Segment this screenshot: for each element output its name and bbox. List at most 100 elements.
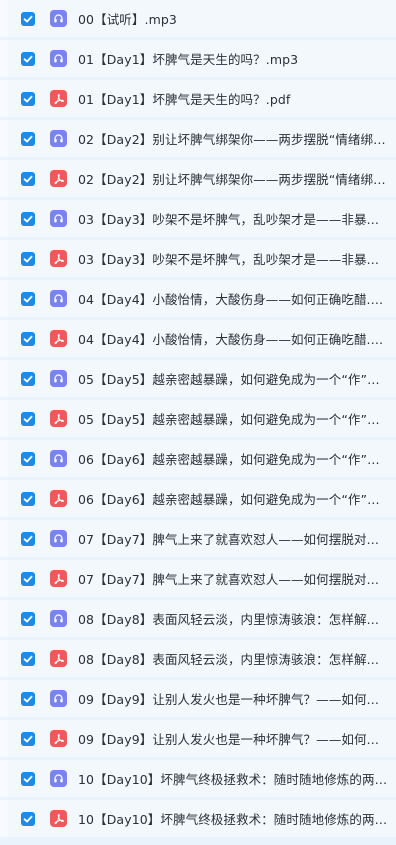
file-name: 04【Day4】小酸怡情，大酸伤身——如何正确吃醋.mp3 bbox=[78, 292, 396, 307]
file-row[interactable]: 08【Day8】表面风轻云淡，内里惊涛骇浪：怎样解决消... bbox=[0, 600, 396, 637]
checkmark-icon bbox=[23, 655, 33, 662]
file-name: 05【Day5】越亲密越暴躁，如何避免成为一个“作”女... bbox=[78, 412, 392, 427]
file-row[interactable]: 00【试听】.mp3 bbox=[0, 0, 396, 37]
checkbox[interactable] bbox=[21, 491, 35, 506]
file-row[interactable]: 04【Day4】小酸怡情，大酸伤身——如何正确吃醋.mp3 bbox=[0, 280, 396, 317]
file-name: 06【Day6】越亲密越暴躁，如何避免成为一个“作”女... bbox=[78, 452, 392, 467]
file-row[interactable]: 02【Day2】别让坏脾气绑架你——两步摆脱“情绪绑架... bbox=[0, 120, 396, 157]
checkbox[interactable] bbox=[21, 251, 35, 266]
pdf-icon bbox=[50, 250, 67, 267]
file-row[interactable]: 08【Day8】表面风轻云淡，内里惊涛骇浪：怎样解决消... bbox=[0, 640, 396, 677]
file-row[interactable]: 04【Day4】小酸怡情，大酸伤身——如何正确吃醋.pdf bbox=[0, 320, 396, 357]
checkmark-icon bbox=[23, 95, 33, 102]
file-row[interactable]: 09【Day9】让别人发火也是一种坏脾气？——如何应对... bbox=[0, 680, 396, 717]
pdf-icon bbox=[50, 410, 67, 427]
file-row[interactable]: 02【Day2】别让坏脾气绑架你——两步摆脱“情绪绑架... bbox=[0, 160, 396, 197]
pdf-icon bbox=[50, 490, 67, 507]
file-name: 07【Day7】脾气上来了就喜欢怼人——如何摆脱对抗性... bbox=[78, 532, 396, 547]
headphones-icon bbox=[50, 610, 67, 627]
pdf-icon bbox=[50, 570, 67, 587]
checkmark-icon bbox=[23, 495, 33, 502]
file-row[interactable]: 01【Day1】坏脾气是天生的吗？.pdf bbox=[0, 80, 396, 117]
checkmark-icon bbox=[23, 255, 33, 262]
headphones-icon bbox=[50, 130, 67, 147]
checkbox[interactable] bbox=[21, 731, 35, 746]
file-row[interactable]: 10【Day10】坏脾气终极拯救术：随时随地修炼的两大技... bbox=[0, 760, 396, 797]
checkbox[interactable] bbox=[21, 651, 35, 666]
checkbox[interactable] bbox=[21, 131, 35, 146]
file-name: 06【Day6】越亲密越暴躁，如何避免成为一个“作”女... bbox=[78, 492, 392, 507]
file-name: 01【Day1】坏脾气是天生的吗？.pdf bbox=[78, 92, 291, 107]
checkbox[interactable] bbox=[21, 211, 35, 226]
file-name: 09【Day9】让别人发火也是一种坏脾气？——如何应对... bbox=[78, 732, 396, 747]
checkbox[interactable] bbox=[21, 171, 35, 186]
file-row[interactable]: 07【Day7】脾气上来了就喜欢怼人——如何摆脱对抗性... bbox=[0, 520, 396, 557]
checkbox[interactable] bbox=[21, 571, 35, 586]
pdf-icon bbox=[50, 330, 67, 347]
checkmark-icon bbox=[23, 775, 33, 782]
pdf-icon bbox=[50, 810, 67, 827]
file-name: 00【试听】.mp3 bbox=[78, 12, 177, 27]
file-row[interactable]: 07【Day7】脾气上来了就喜欢怼人——如何摆脱对抗性... bbox=[0, 560, 396, 597]
file-row[interactable]: 03【Day3】吵架不是坏脾气，乱吵架才是——非暴力沟... bbox=[0, 240, 396, 277]
file-name: 04【Day4】小酸怡情，大酸伤身——如何正确吃醋.pdf bbox=[78, 332, 392, 347]
file-name: 08【Day8】表面风轻云淡，内里惊涛骇浪：怎样解决消... bbox=[78, 652, 396, 667]
file-name: 10【Day10】坏脾气终极拯救术：随时随地修炼的两大技... bbox=[78, 772, 396, 787]
checkmark-icon bbox=[23, 135, 33, 142]
checkmark-icon bbox=[23, 55, 33, 62]
file-name: 07【Day7】脾气上来了就喜欢怼人——如何摆脱对抗性... bbox=[78, 572, 396, 587]
file-name: 10【Day10】坏脾气终极拯救术：随时随地修炼的两大技... bbox=[78, 812, 396, 827]
checkmark-icon bbox=[23, 295, 33, 302]
headphones-icon bbox=[50, 530, 67, 547]
checkmark-icon bbox=[23, 815, 33, 822]
file-list: 00【试听】.mp3 01【Day1】坏脾气是天生的吗？.mp3 01【Day1… bbox=[0, 0, 396, 837]
checkmark-icon bbox=[23, 15, 33, 22]
headphones-icon bbox=[50, 50, 67, 67]
headphones-icon bbox=[50, 290, 67, 307]
checkbox[interactable] bbox=[21, 331, 35, 346]
checkbox[interactable] bbox=[21, 11, 35, 26]
checkmark-icon bbox=[23, 215, 33, 222]
headphones-icon bbox=[50, 370, 67, 387]
file-row[interactable]: 01【Day1】坏脾气是天生的吗？.mp3 bbox=[0, 40, 396, 77]
file-name: 03【Day3】吵架不是坏脾气，乱吵架才是——非暴力沟... bbox=[78, 252, 396, 267]
checkbox[interactable] bbox=[21, 531, 35, 546]
checkbox[interactable] bbox=[21, 411, 35, 426]
headphones-icon bbox=[50, 450, 67, 467]
file-row[interactable]: 06【Day6】越亲密越暴躁，如何避免成为一个“作”女... bbox=[0, 440, 396, 477]
file-name: 01【Day1】坏脾气是天生的吗？.mp3 bbox=[78, 52, 299, 67]
checkbox[interactable] bbox=[21, 691, 35, 706]
checkbox[interactable] bbox=[21, 771, 35, 786]
checkmark-icon bbox=[23, 455, 33, 462]
checkmark-icon bbox=[23, 415, 33, 422]
checkbox[interactable] bbox=[21, 811, 35, 826]
headphones-icon bbox=[50, 690, 67, 707]
file-name: 03【Day3】吵架不是坏脾气，乱吵架才是——非暴力沟... bbox=[78, 212, 396, 227]
file-row[interactable]: 06【Day6】越亲密越暴躁，如何避免成为一个“作”女... bbox=[0, 480, 396, 517]
file-name: 08【Day8】表面风轻云淡，内里惊涛骇浪：怎样解决消... bbox=[78, 612, 396, 627]
file-row[interactable]: 05【Day5】越亲密越暴躁，如何避免成为一个“作”女... bbox=[0, 400, 396, 437]
headphones-icon bbox=[50, 10, 67, 27]
pdf-icon bbox=[50, 170, 67, 187]
file-name: 09【Day9】让别人发火也是一种坏脾气？——如何应对... bbox=[78, 692, 396, 707]
headphones-icon bbox=[50, 210, 67, 227]
checkmark-icon bbox=[23, 575, 33, 582]
pdf-icon bbox=[50, 730, 67, 747]
checkbox[interactable] bbox=[21, 371, 35, 386]
checkbox[interactable] bbox=[21, 451, 35, 466]
file-name: 02【Day2】别让坏脾气绑架你——两步摆脱“情绪绑架... bbox=[78, 132, 396, 147]
checkbox[interactable] bbox=[21, 91, 35, 106]
file-row[interactable]: 10【Day10】坏脾气终极拯救术：随时随地修炼的两大技... bbox=[0, 800, 396, 837]
pdf-icon bbox=[50, 90, 67, 107]
checkmark-icon bbox=[23, 615, 33, 622]
checkbox[interactable] bbox=[21, 291, 35, 306]
file-row[interactable]: 05【Day5】越亲密越暴躁，如何避免成为一个“作”女... bbox=[0, 360, 396, 397]
checkbox[interactable] bbox=[21, 51, 35, 66]
checkmark-icon bbox=[23, 335, 33, 342]
checkmark-icon bbox=[23, 535, 33, 542]
file-name: 05【Day5】越亲密越暴躁，如何避免成为一个“作”女... bbox=[78, 372, 392, 387]
file-row[interactable]: 03【Day3】吵架不是坏脾气，乱吵架才是——非暴力沟... bbox=[0, 200, 396, 237]
checkmark-icon bbox=[23, 175, 33, 182]
checkbox[interactable] bbox=[21, 611, 35, 626]
file-row[interactable]: 09【Day9】让别人发火也是一种坏脾气？——如何应对... bbox=[0, 720, 396, 757]
